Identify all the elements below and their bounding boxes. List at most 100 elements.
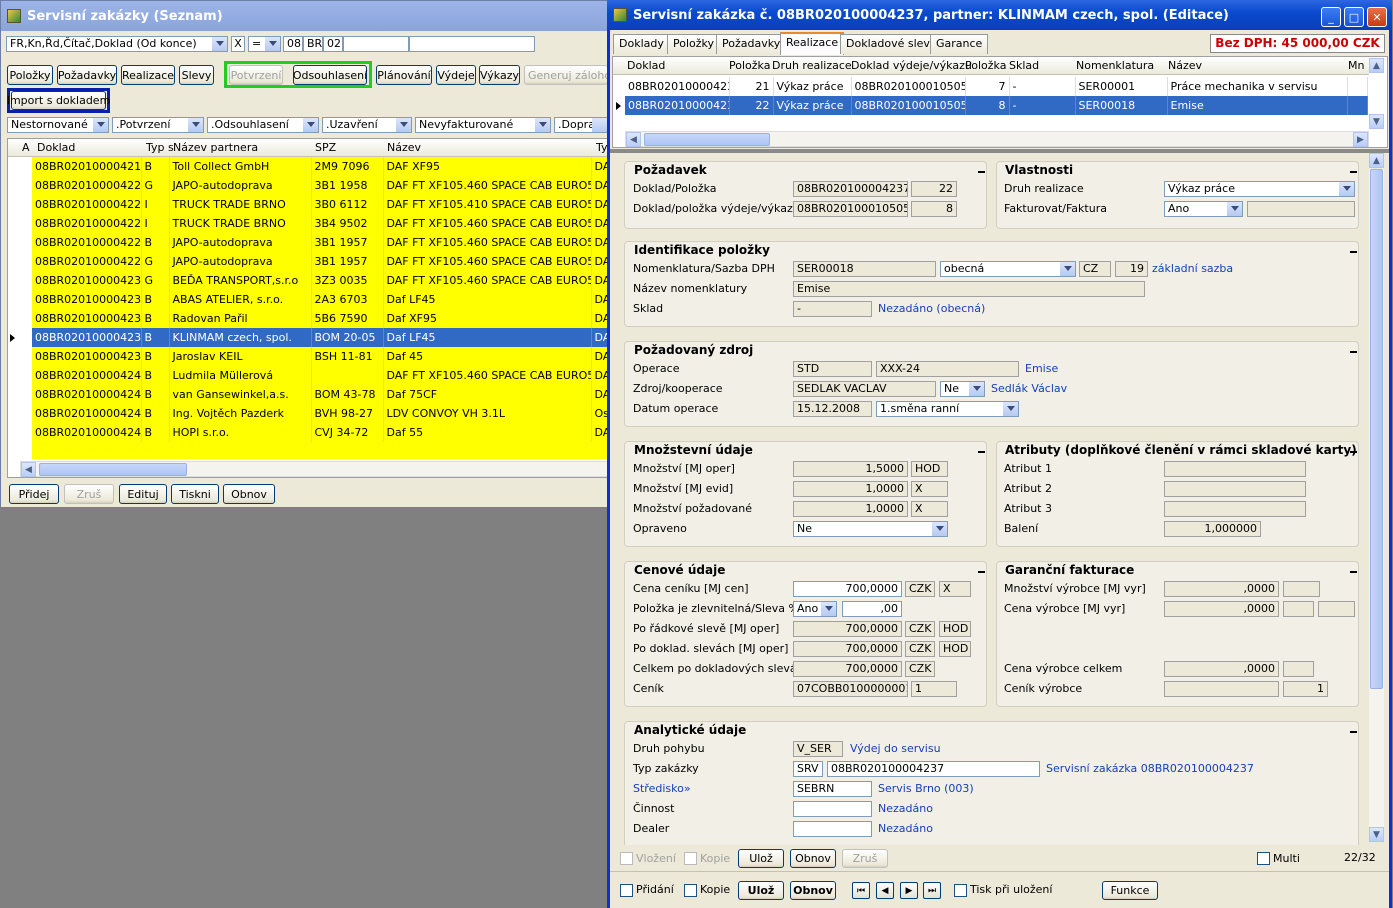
polozky-button[interactable]: Položky [7, 65, 53, 85]
table-row[interactable]: 08BR020100004249 B HOPI s.r.o. CVJ 34-72 Daf… [32, 423, 610, 442]
mnozstvi-vyrobce-field[interactable]: ,0000 [1164, 581, 1279, 597]
cenik-verze-field[interactable]: 1 [911, 681, 957, 697]
collapse-icon[interactable] [1350, 171, 1357, 173]
tab-garance[interactable]: Garance [930, 34, 989, 54]
filter-combo[interactable]: FR,Kn,Řd,Čítač,Doklad (Od konce) [6, 36, 228, 52]
sklad-field[interactable]: - [793, 301, 872, 317]
bottom-uloz-button[interactable]: Ulož [738, 881, 784, 900]
tab-dokladove-slevy[interactable]: Dokladové slevy [840, 34, 943, 54]
zdroj-field[interactable]: SEDLAK VACLAV [793, 381, 936, 397]
realizace-horizontal-scrollbar[interactable]: ◀ ▶ [625, 131, 1369, 147]
stredisko-field[interactable]: SEBRN [793, 781, 872, 797]
funkce-button[interactable]: Funkce [1102, 881, 1158, 900]
tab-doklady[interactable]: Doklady [613, 34, 670, 54]
realizace-grid[interactable]: 08BR02010000423721Výkaz práce08BR0201000… [625, 77, 1368, 115]
realizace-scroll-thumb[interactable] [644, 133, 770, 146]
atribut-1-field[interactable] [1164, 461, 1306, 477]
table-row[interactable]: 08BR020100004225 I TRUCK TRADE BRNO 3B0 611… [32, 195, 610, 214]
edituj-button[interactable]: Edituj [119, 484, 167, 504]
first-record-icon[interactable]: ⏮ [852, 882, 870, 899]
bottom-obnov-button[interactable]: Obnov [790, 881, 836, 900]
operace-kod-field[interactable]: XXX-24 [876, 361, 1019, 377]
form-scroll-up-icon[interactable]: ▲ [1369, 153, 1384, 168]
form-uloz-button[interactable]: Ulož [738, 849, 784, 868]
table-row[interactable]: 08BR020100004244 Bvan Gansewinkel,a.s. BOM… [32, 385, 610, 404]
next-record-icon[interactable]: ▶ [900, 882, 918, 899]
form-scroll-thumb[interactable] [1370, 169, 1383, 689]
col-a[interactable]: A [22, 141, 30, 154]
rcol-nomenklatura[interactable]: Nomenklatura [1076, 59, 1154, 72]
mnozstvi-oper-unit[interactable]: HOD [911, 461, 948, 477]
mnozstvi-evid-unit[interactable]: X [911, 481, 948, 497]
maximize-icon[interactable]: □ [1344, 7, 1364, 27]
pozadavky-button[interactable]: Požadavky [57, 65, 117, 85]
realizace-button[interactable]: Realizace [121, 65, 175, 85]
mnozstvi-oper-field[interactable]: 1,5000 [793, 461, 908, 477]
zakazka-field[interactable]: 08BR020100004237 [827, 761, 1040, 777]
table-row[interactable]: 08BR020100004229 G JAPO-autodoprava 3B1 195… [32, 252, 610, 271]
table-row[interactable]: 08BR02010000423722Výkaz práce08BR0201000… [625, 96, 1368, 115]
collapse-icon[interactable] [978, 571, 985, 573]
import-s-dokladem-button[interactable]: Import s dokladem [7, 91, 110, 110]
doklad-vydeje-field[interactable]: 08BR020100010505 [793, 201, 908, 217]
table-row[interactable]: 08BR02010000423721Výkaz práce08BR0201000… [625, 77, 1368, 96]
operace-field[interactable]: STD [793, 361, 872, 377]
sleva-field[interactable]: ,00 [842, 601, 902, 617]
filter-value-4[interactable] [343, 36, 409, 52]
mnozstvi-evid-field[interactable]: 1,0000 [793, 481, 908, 497]
collapse-icon[interactable] [1350, 351, 1357, 353]
po-doklad-slevach-field[interactable]: 700,0000 [793, 641, 902, 657]
collapse-icon[interactable] [1350, 251, 1357, 253]
col-spz[interactable]: SPZ [315, 141, 336, 154]
minimize-icon[interactable]: _ [1321, 7, 1341, 27]
tiskni-button[interactable]: Tiskni [171, 484, 219, 504]
dealer-field[interactable] [793, 821, 872, 837]
cenik-vyrobce-field[interactable] [1164, 681, 1279, 697]
nomenklatura-field[interactable]: SER00018 [793, 261, 936, 277]
collapse-icon[interactable] [978, 171, 985, 173]
table-row[interactable]: 08BR020100004245 B Ing. Vojtěch Pazderk BVH… [32, 404, 610, 423]
tab-pozadavky[interactable]: Požadavky [716, 34, 787, 54]
tab-polozky[interactable]: Položky [667, 34, 721, 54]
table-row[interactable]: 08BR020100004236 B Radovan Pařil 5B6 7590 Da… [32, 309, 610, 328]
form-zrus-button[interactable]: Zruš [842, 849, 888, 868]
tab-realizace[interactable]: Realizace [780, 32, 845, 55]
col-ty[interactable]: Ty [596, 141, 608, 154]
collapse-icon[interactable] [978, 451, 985, 453]
polozka-field[interactable]: 22 [911, 181, 957, 197]
atribut-2-field[interactable] [1164, 481, 1306, 497]
cena-vyrobce-celkem-currency[interactable] [1283, 661, 1314, 677]
po-radkove-sleve-currency[interactable]: CZK [905, 621, 935, 637]
filter-uzavreni[interactable]: .Uzavření [322, 117, 412, 133]
rcol-druh[interactable]: Druh realizace [772, 59, 852, 72]
table-row[interactable]: 08BR020100004217 B Toll Collect GmbH 2M9 70… [32, 157, 610, 176]
baleni-field[interactable]: 1,000000 [1164, 521, 1261, 537]
table-row[interactable]: 08BR020100004237 B KLINMAM czech, spol. BOM… [32, 328, 610, 347]
cinnost-field[interactable] [793, 801, 872, 817]
datum-operace-field[interactable]: 15.12.2008 [793, 401, 872, 417]
collapse-icon[interactable] [1350, 731, 1357, 733]
mnozstvi-pozadovane-field[interactable]: 1,0000 [793, 501, 908, 517]
form-scroll-down-icon[interactable]: ▼ [1369, 827, 1384, 842]
multi-checkbox[interactable] [1257, 852, 1270, 865]
stredisko-label[interactable]: Středisko» [633, 782, 691, 796]
cena-ceniku-unit[interactable]: X [939, 581, 971, 597]
generuj-zalohov-button[interactable]: Generuj zálohov [524, 65, 608, 85]
list-horizontal-scrollbar[interactable]: ◀ [20, 461, 610, 477]
filter-odsouhlaseni[interactable]: .Odsouhlasení [207, 117, 319, 133]
scroll-right-icon[interactable]: ▶ [1353, 132, 1368, 147]
celkem-field[interactable]: 700,0000 [793, 661, 902, 677]
collapse-icon[interactable] [1350, 571, 1357, 573]
filter-fakturace[interactable]: Nevyfakturované [415, 117, 551, 133]
filter-dopravce[interactable]: .Dopravce [554, 117, 608, 133]
pridej-button[interactable]: Přidej [9, 484, 59, 504]
scroll-left-icon[interactable]: ◀ [21, 462, 36, 477]
filter-potvrzeni[interactable]: .Potvrzení [112, 117, 204, 133]
rcol-nazev[interactable]: Název [1168, 59, 1202, 72]
smena-combo[interactable]: 1.směna ranní [876, 401, 1019, 417]
cena-vyrobce-unit[interactable] [1318, 601, 1355, 617]
cena-ceniku-field[interactable]: 700,0000 [793, 581, 902, 597]
doklad-field[interactable]: 08BR020100004237 [793, 181, 908, 197]
list-window-titlebar[interactable]: Servisní zakázky (Seznam) [1, 1, 608, 31]
pridani-checkbox[interactable] [620, 884, 633, 897]
